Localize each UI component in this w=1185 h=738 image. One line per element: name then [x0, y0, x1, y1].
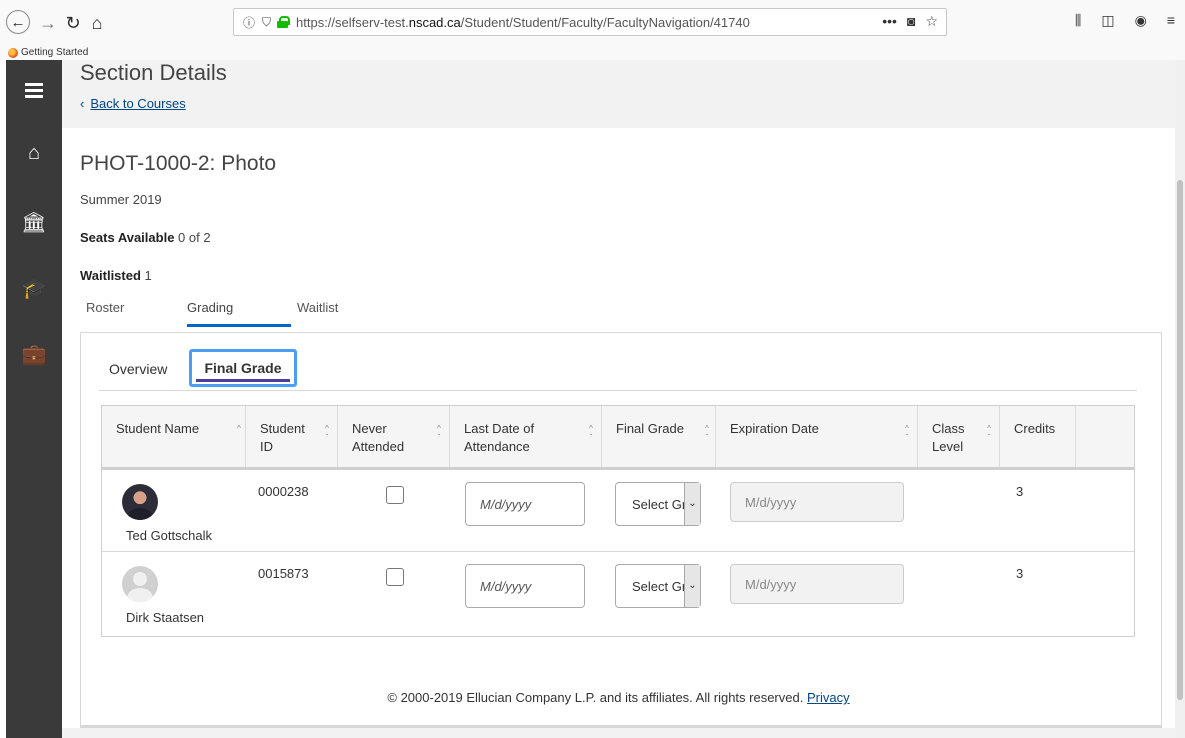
url-text[interactable]: https://selfserv-test.nscad.ca/Student/S… — [296, 15, 750, 30]
seats-available: Seats Available 0 of 2 — [80, 230, 211, 245]
grading-content: Overview Final Grade Student Name ^ Stud… — [80, 332, 1162, 728]
table-row: Ted Gottschalk 0000238 M/d/yyyy Select G… — [102, 470, 1134, 552]
sort-icon[interactable]: ^ ˇ — [902, 424, 912, 442]
student-name: Ted Gottschalk — [126, 528, 212, 543]
sort-icon[interactable]: ^ ˇ — [586, 424, 596, 442]
last-attendance-date-input[interactable]: M/d/yyyy — [465, 482, 585, 526]
sort-icon[interactable]: ^ — [234, 424, 244, 433]
table-header: Student Name ^ Student ID ^ ˇ Never Attende… — [102, 406, 1134, 470]
app-sidebar: ⌂ 🏛 🎓 💼 — [6, 60, 62, 738]
page-scrollbar[interactable] — [1175, 60, 1185, 738]
url-bar[interactable]: ⓘ ⛉ https://selfserv-test.nscad.ca/Stude… — [233, 8, 947, 36]
expiration-date-input[interactable]: M/d/yyyy — [730, 564, 904, 604]
home-icon[interactable]: ⌂ — [84, 10, 110, 36]
sort-icon[interactable]: ^ ˇ — [322, 424, 332, 442]
firefox-icon — [8, 47, 18, 58]
avatar — [122, 484, 158, 520]
chevron-left-icon: ‹ — [80, 96, 85, 111]
never-attended-checkbox[interactable] — [386, 486, 404, 504]
chevron-down-icon[interactable]: ⌄ — [684, 565, 700, 607]
subtab-overview[interactable]: Overview — [109, 361, 167, 377]
last-attendance-date-input[interactable]: M/d/yyyy — [465, 564, 585, 608]
active-tab-indicator — [187, 324, 291, 327]
table-row: Dirk Staatsen 0015873 M/d/yyyy Select Gr… — [102, 552, 1134, 634]
never-attended-checkbox[interactable] — [386, 568, 404, 586]
graduation-cap-icon[interactable]: 🎓 — [6, 276, 62, 301]
info-icon[interactable]: ⓘ — [242, 14, 256, 31]
student-name: Dirk Staatsen — [126, 610, 205, 625]
credits-value: 3 — [1016, 484, 1024, 499]
bookmarks-bar: Getting Started — [0, 46, 1185, 60]
sort-icon[interactable]: ^ ˇ — [434, 424, 444, 442]
col-student-name[interactable]: Student Name ^ — [102, 406, 246, 467]
tab-roster[interactable]: Roster — [86, 300, 124, 315]
home-nav-icon[interactable]: ⌂ — [6, 142, 62, 165]
col-expiration-date[interactable]: Expiration Date ^ ˇ — [716, 406, 918, 467]
pocket-icon[interactable]: ◙ — [907, 13, 915, 30]
menu-icon[interactable] — [6, 80, 62, 101]
expiration-date-input[interactable]: M/d/yyyy — [730, 482, 904, 522]
scrollbar-thumb[interactable] — [1177, 180, 1183, 700]
library-icon[interactable]: ⫼ — [1075, 12, 1081, 29]
col-never-attended[interactable]: Never Attended ^ ˇ — [338, 406, 450, 467]
back-to-courses-link[interactable]: ‹ Back to Courses — [80, 96, 186, 111]
final-grade-select[interactable]: Select Grade ⌄ — [615, 482, 701, 526]
briefcase-icon[interactable]: 💼 — [6, 342, 62, 367]
privacy-link[interactable]: Privacy — [807, 690, 850, 705]
lock-icon[interactable] — [277, 16, 291, 28]
student-id: 0015873 — [258, 566, 309, 581]
browser-toolbar: ← → ↻ ⌂ ⓘ ⛉ https://selfserv-test.nscad.… — [0, 0, 1185, 46]
more-actions-icon[interactable]: ••• — [882, 13, 897, 30]
section-panel: PHOT-1000-2: Photo Summer 2019 Seats Ava… — [62, 128, 1175, 728]
sort-icon[interactable]: ^ ˇ — [984, 424, 994, 442]
credits-value: 3 — [1016, 566, 1024, 581]
reload-icon[interactable]: ↻ — [60, 10, 86, 36]
sidebar-toggle-icon[interactable]: ◫ — [1101, 12, 1114, 29]
student-id: 0000238 — [258, 484, 309, 499]
grading-subtabs: Overview Final Grade — [99, 349, 1137, 391]
forward-arrow-icon[interactable]: → — [35, 10, 61, 36]
bookmark-getting-started[interactable]: Getting Started — [8, 47, 88, 58]
tab-grading[interactable]: Grading — [187, 300, 233, 315]
extension-icon[interactable]: ◉ — [1135, 12, 1147, 29]
col-last-date[interactable]: Last Date of Attendance ^ ˇ — [450, 406, 602, 467]
hamburger-menu-icon[interactable]: ≡ — [1167, 12, 1175, 29]
sort-icon[interactable]: ^ ˇ — [702, 424, 712, 442]
course-title: PHOT-1000-2: Photo — [80, 152, 277, 175]
term-label: Summer 2019 — [80, 192, 162, 207]
col-student-id[interactable]: Student ID ^ ˇ — [246, 406, 338, 467]
page-header: Section Details — [80, 60, 227, 85]
col-credits[interactable]: Credits — [1000, 406, 1076, 467]
chevron-down-icon[interactable]: ⌄ — [684, 483, 700, 525]
final-grade-select[interactable]: Select Grade ⌄ — [615, 564, 701, 608]
back-arrow-icon[interactable]: ← — [6, 10, 30, 34]
subtab-final-grade[interactable]: Final Grade — [189, 349, 297, 387]
final-grade-table: Student Name ^ Student ID ^ ˇ Never Attende… — [101, 405, 1135, 637]
bookmark-star-icon[interactable]: ☆ — [925, 13, 938, 30]
avatar — [122, 566, 158, 602]
col-class-level[interactable]: Class Level ^ ˇ — [918, 406, 1000, 467]
col-final-grade[interactable]: Final Grade ^ ˇ — [602, 406, 716, 467]
footer: © 2000-2019 Ellucian Company L.P. and it… — [387, 690, 850, 705]
tab-waitlist[interactable]: Waitlist — [297, 300, 338, 315]
main-content: Section Details ‹ Back to Courses PHOT-10… — [62, 60, 1175, 738]
bank-icon[interactable]: 🏛 — [6, 210, 62, 235]
waitlisted-count: Waitlisted 1 — [80, 268, 152, 283]
shield-icon[interactable]: ⛉ — [262, 15, 271, 30]
